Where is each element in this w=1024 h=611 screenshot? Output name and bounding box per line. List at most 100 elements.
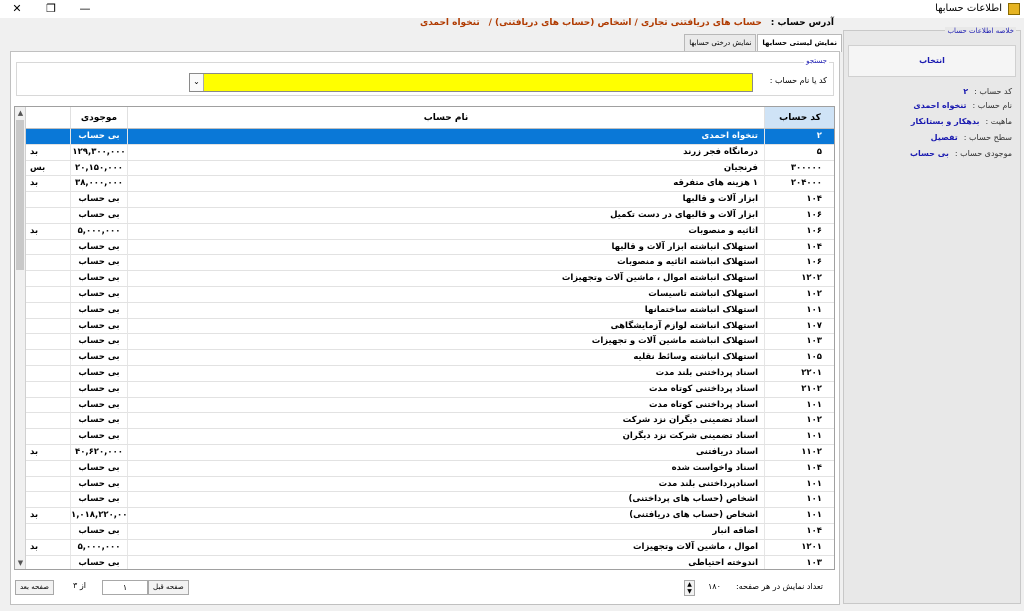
next-page-button[interactable]: صفحه بعد: [15, 580, 54, 595]
search-combobox[interactable]: ⌄: [189, 73, 753, 92]
minimize-button[interactable]: —: [68, 0, 102, 18]
table-row[interactable]: بد ۱,۰۱۸,۲۲۰,۰۰۰ اشخاص (حساب های دریافتنی)…: [26, 508, 834, 524]
app-icon: [1008, 3, 1020, 15]
cell-balance: بی حساب: [71, 302, 128, 318]
cell-balance: ۵,۰۰۰,۰۰۰: [71, 223, 128, 239]
select-button[interactable]: انتخاب: [848, 45, 1016, 77]
table-row[interactable]: بی حساب اندوخته احتیاطی ۱۰۳: [26, 555, 834, 569]
cell-flag: [26, 429, 71, 445]
per-page-label: تعداد نمایش در هر صفحه:: [736, 582, 824, 591]
table-row[interactable]: بی حساب اسنادپرداختنی بلند مدت ۱۰۱: [26, 476, 834, 493]
cell-account-code: ۱۱۰۲: [801, 446, 822, 457]
cell-account-code: ۱۰۳: [806, 336, 822, 347]
cell-account-code: ۱۲۰۱: [801, 541, 822, 552]
cell-flag: بد: [26, 223, 71, 239]
cell-account-name: فرنجیان: [128, 160, 765, 176]
table-row[interactable]: بد ۴۰,۶۲۰,۰۰۰ اسناد دریافتنی ۱۱۰۲: [26, 444, 834, 461]
table-row[interactable]: بی حساب استهلاک انباشته ابزار آلات و قالب…: [26, 239, 834, 256]
cell-balance: بی حساب: [71, 350, 128, 366]
cell-flag: [26, 365, 71, 381]
table-row[interactable]: بی حساب اسناد تضمینی دیگران نزد شرکت ۱۰۲: [26, 413, 834, 430]
cell-account-name: استهلاک انباشته ساختمانها: [128, 302, 765, 318]
table-row[interactable]: بی حساب ابزار آلات و قالبها ۱۰۴: [26, 192, 834, 208]
cell-flag: [26, 381, 71, 397]
cell-account-name: استهلاک انباشته ابزار آلات و قالبها: [128, 239, 765, 255]
header-account-code[interactable]: کد حساب: [765, 107, 834, 129]
cell-account-code: ۱۰۱: [806, 431, 822, 442]
cell-account-code: ۱۰۳: [806, 557, 822, 568]
table-row[interactable]: بی حساب استهلاک انباشته اثاثیه و منصوبات ۱…: [26, 255, 834, 272]
header-account-name[interactable]: نام حساب: [128, 107, 765, 129]
cell-account-code: ۲۲۰۱: [801, 367, 822, 378]
cell-account-name: ۱ هزینه های متفرقه: [128, 176, 765, 192]
table-row[interactable]: بی حساب اسناد پرداختنی کوتاه مدت ۲۱۰۲: [26, 381, 834, 398]
cell-account-name: استهلاک انباشته وسائط نقلیه: [128, 350, 765, 366]
table-row[interactable]: بی حساب استهلاک انباشته ساختمانها ۱۰۱: [26, 302, 834, 319]
tab-list-view[interactable]: نمایش لیستی حسابها: [757, 34, 842, 52]
table-row[interactable]: بی حساب استهلاک انباشته وسائط نقلیه ۱۰۵: [26, 350, 834, 366]
scroll-up-icon[interactable]: ▲: [15, 107, 26, 119]
close-button[interactable]: ✕: [0, 0, 34, 18]
per-page-value[interactable]: ۱۸۰: [708, 582, 721, 591]
table-row[interactable]: بی حساب استهلاک انباشته لوازم آزمایشگاهی ۱…: [26, 318, 834, 335]
cell-flag: [26, 555, 71, 569]
cell-account-code: ۱۰۴: [806, 462, 822, 473]
page-number-input[interactable]: ۱: [102, 580, 148, 595]
table-row[interactable]: بی حساب استهلاک انباشته ماشین آلات و تجهی…: [26, 334, 834, 351]
table-row[interactable]: بس ۲۰,۱۵۰,۰۰۰ فرنجیان ۳۰۰۰۰۰: [26, 160, 834, 177]
summary-balance: موجودی حساب :بی حساب: [910, 149, 1012, 158]
cell-flag: [26, 129, 71, 144]
table-row[interactable]: بی حساب اسناد پرداختنی کوتاه مدت ۱۰۱: [26, 397, 834, 414]
cell-account-name: اندوخته احتیاطی: [128, 555, 765, 569]
summary-nature: ماهیت :بدهکار و بستانکار: [910, 117, 1012, 126]
table-row[interactable]: بی حساب اشخاص (حساب های پرداختنی) ۱۰۱: [26, 492, 834, 509]
cell-balance: ۴۰,۶۲۰,۰۰۰: [71, 444, 128, 460]
grid-rows: بی حساب تنخواه احمدی ۲ بد ۱۲۹,۳۰۰,۰۰۰ درمانگا…: [26, 129, 834, 569]
table-row[interactable]: بی حساب استهلاک انباشته اموال ، ماشین آلا…: [26, 271, 834, 287]
restore-button[interactable]: ❐: [34, 0, 68, 18]
table-row[interactable]: بی حساب ابزار آلات و قالبهای در دست تکمیل…: [26, 207, 834, 224]
table-row[interactable]: بد ۵,۰۰۰,۰۰۰ اثاثیه و منصوبات ۱۰۶: [26, 223, 834, 240]
cell-balance: بی حساب: [71, 365, 128, 381]
table-row[interactable]: بد ۱۲۹,۳۰۰,۰۰۰ درمانگاه فجر زرند ۵: [26, 144, 834, 161]
cell-balance: بی حساب: [71, 429, 128, 445]
cell-account-name: اسناد واخواست شده: [128, 460, 765, 476]
summary-code: کد حساب :۲: [963, 87, 1012, 96]
cell-account-code: ۱۰۴: [806, 194, 822, 205]
grid-scrollbar[interactable]: ▲ ▼: [15, 107, 26, 569]
table-row[interactable]: بی حساب اسناد تضمینی شرکت نزد دیگران ۱۰۱: [26, 429, 834, 445]
per-page-spinner[interactable]: ▲ ▼: [684, 580, 695, 596]
cell-flag: [26, 271, 71, 287]
table-row[interactable]: بد ۵,۰۰۰,۰۰۰ اموال ، ماشین آلات وتجهیزات ۱۲…: [26, 539, 834, 556]
cell-flag: [26, 476, 71, 492]
cell-account-code: ۱۰۱: [806, 494, 822, 505]
cell-flag: بد: [26, 444, 71, 460]
cell-balance: بی حساب: [71, 523, 128, 539]
tab-tree-view[interactable]: نمایش درختی حسابها: [684, 34, 757, 51]
cell-account-code: ۳۰۰۰۰۰: [790, 162, 822, 173]
cell-account-name: استهلاک انباشته ماشین آلات و تجهیزات: [128, 334, 765, 350]
cell-flag: [26, 207, 71, 223]
header-balance[interactable]: موجودی: [71, 107, 128, 129]
table-row[interactable]: بی حساب اضافه انبار ۱۰۴: [26, 523, 834, 540]
search-group-title: جستجو: [804, 57, 829, 65]
cell-account-code: ۱۰۱: [806, 399, 822, 410]
cell-flag: [26, 492, 71, 508]
main-panel: جستجو کد یا نام حساب : ⌄ ▲ ▼ موجودی نام …: [10, 51, 840, 605]
chevron-down-icon[interactable]: ⌄: [190, 74, 204, 91]
accounts-grid[interactable]: ▲ ▼ موجودی نام حساب کد حساب بی حساب تنخوا…: [14, 106, 835, 570]
summary-level: سطح حساب :تفصیل: [930, 133, 1012, 142]
table-row[interactable]: بی حساب اسناد پرداختنی بلند مدت ۲۲۰۱: [26, 365, 834, 382]
table-row[interactable]: بی حساب اسناد واخواست شده ۱۰۴: [26, 460, 834, 477]
header-flag[interactable]: [26, 107, 71, 129]
scroll-thumb[interactable]: [16, 120, 24, 270]
scroll-down-icon[interactable]: ▼: [15, 557, 26, 569]
table-row[interactable]: بی حساب تنخواه احمدی ۲: [26, 129, 834, 145]
cell-account-code: ۱۰۵: [806, 352, 822, 363]
view-tabs: نمایش لیستی حسابها نمایش درختی حسابها: [683, 34, 842, 52]
prev-page-button[interactable]: صفحه قبل: [148, 580, 189, 595]
table-row[interactable]: بی حساب استهلاک انباشته تاسیسات ۱۰۲: [26, 286, 834, 303]
cell-flag: [26, 460, 71, 476]
table-row[interactable]: بد ۳۸,۰۰۰,۰۰۰ ۱ هزینه های متفرقه ۲۰۴۰۰۰: [26, 176, 834, 193]
cell-account-code: ۲: [816, 131, 822, 141]
